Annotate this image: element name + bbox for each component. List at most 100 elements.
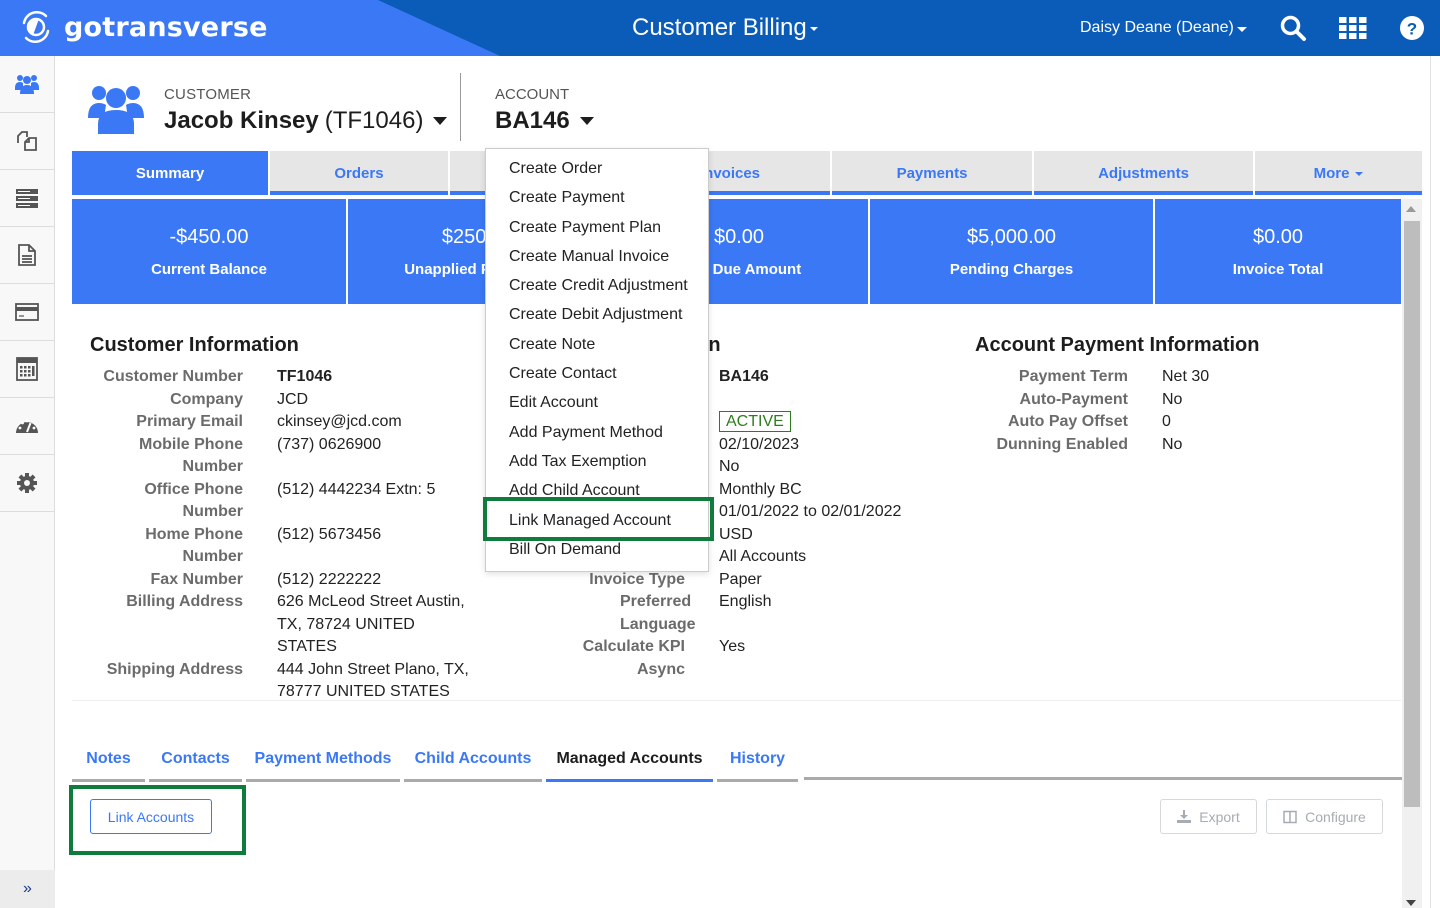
field-value: 0 bbox=[1162, 413, 1171, 430]
field-value: USD bbox=[719, 525, 753, 543]
kpi-current-balance: -$450.00 Current Balance bbox=[72, 199, 348, 304]
field-value: (512) 5673456 bbox=[277, 525, 382, 543]
tab-orders[interactable]: Orders bbox=[270, 151, 450, 195]
calculator-icon bbox=[16, 357, 38, 381]
field-value: 01/01/2022 to 02/01/2022 bbox=[719, 503, 902, 520]
dashboard-gauge-icon bbox=[16, 419, 38, 433]
menu-item-create-note[interactable]: Create Note bbox=[486, 330, 708, 359]
search-icon[interactable] bbox=[1279, 14, 1307, 42]
field-value: Yes bbox=[719, 638, 746, 655]
field-value: English bbox=[719, 593, 772, 610]
account-number: BA146 bbox=[495, 107, 570, 134]
menu-item-create-contact[interactable]: Create Contact bbox=[486, 359, 708, 388]
tab-child-accounts[interactable]: Child Accounts bbox=[404, 738, 542, 782]
sidebar-item-invoices[interactable] bbox=[0, 227, 54, 284]
field-label: Preferred Language bbox=[620, 593, 696, 633]
account-label: ACCOUNT bbox=[495, 86, 570, 103]
kpi-label: Current Balance bbox=[151, 260, 267, 278]
field-label: Payment Term bbox=[1018, 368, 1128, 385]
field-value bbox=[719, 389, 939, 412]
brand-name: gotransverse bbox=[64, 11, 268, 43]
menu-item-create-order[interactable]: Create Order bbox=[486, 154, 708, 183]
customer-info-list: Customer Number TF1046 Company JCD Prima… bbox=[90, 366, 477, 704]
help-icon[interactable]: ? bbox=[1398, 14, 1426, 42]
tab-more[interactable]: More bbox=[1255, 151, 1422, 195]
link-accounts-button[interactable]: Link Accounts bbox=[90, 799, 212, 834]
sidebar-item-accounts-list[interactable] bbox=[0, 170, 54, 227]
gear-icon bbox=[17, 473, 37, 493]
field-label: Dunning Enabled bbox=[996, 435, 1128, 453]
header-divider bbox=[460, 73, 461, 141]
field-value: TF1046 bbox=[277, 368, 333, 385]
sidebar-item-calculator[interactable] bbox=[0, 341, 54, 398]
tab-payment-methods[interactable]: Payment Methods bbox=[246, 738, 400, 782]
menu-item-create-payment-plan[interactable]: Create Payment Plan bbox=[486, 213, 708, 242]
columns-icon bbox=[1283, 810, 1297, 823]
sidebar-item-dashboard[interactable] bbox=[0, 398, 54, 455]
kpi-value: -$450.00 bbox=[169, 225, 249, 248]
tab-label: History bbox=[729, 749, 786, 767]
tab-payments[interactable]: Payments bbox=[832, 151, 1034, 195]
menu-item-bill-on-demand[interactable]: Bill On Demand bbox=[486, 535, 708, 564]
tab-managed-accounts[interactable]: Managed Accounts bbox=[546, 738, 713, 782]
menu-item-edit-account[interactable]: Edit Account bbox=[486, 388, 708, 417]
field-value: No bbox=[1162, 390, 1183, 408]
field-value: BA146 bbox=[719, 368, 769, 385]
customer-name: Jacob Kinsey bbox=[164, 107, 319, 134]
user-menu[interactable]: Daisy Deane (Deane) bbox=[1080, 19, 1247, 37]
field-label: Company bbox=[170, 390, 243, 408]
expand-sidebar-button[interactable]: » bbox=[0, 870, 55, 908]
field-value: 626 McLeod Street Austin, TX, 78724 UNIT… bbox=[277, 593, 465, 655]
field-value: Monthly BC bbox=[719, 480, 802, 498]
user-name: Daisy Deane (Deane) bbox=[1080, 19, 1234, 36]
tab-contacts[interactable]: Contacts bbox=[149, 738, 242, 782]
app-switcher[interactable]: Customer Billing bbox=[632, 14, 818, 42]
field-value: (737) 0626900 bbox=[277, 435, 382, 453]
tab-label: Contacts bbox=[161, 749, 230, 767]
kpi-label: Invoice Total bbox=[1232, 260, 1324, 278]
customer-selector[interactable]: Jacob Kinsey (TF1046) bbox=[164, 107, 448, 135]
field-value: JCD bbox=[277, 390, 309, 408]
kpi-invoice-total: $0.00 Invoice Total bbox=[1155, 199, 1401, 304]
brand-logo[interactable]: gotransverse bbox=[18, 9, 268, 45]
left-sidebar: » bbox=[0, 56, 55, 908]
sidebar-item-payments[interactable] bbox=[0, 284, 54, 341]
tab-history[interactable]: History bbox=[717, 738, 798, 782]
scroll-down-arrow-icon[interactable] bbox=[1406, 900, 1416, 906]
menu-item-link-managed-account[interactable]: Link Managed Account bbox=[486, 506, 708, 535]
menu-item-add-child-account[interactable]: Add Child Account bbox=[486, 476, 708, 505]
sidebar-item-customers[interactable] bbox=[0, 56, 54, 113]
document-icon bbox=[18, 244, 36, 266]
tab-notes[interactable]: Notes bbox=[72, 738, 145, 782]
sidebar-item-orders[interactable] bbox=[0, 113, 54, 170]
customer-label: CUSTOMER bbox=[164, 86, 252, 103]
field-label: Calculate KPI Async bbox=[582, 638, 685, 678]
field-label: Primary Email bbox=[136, 413, 243, 430]
tab-label: Payments bbox=[896, 164, 968, 182]
account-selector[interactable]: BA146 bbox=[495, 107, 594, 135]
tab-label: Managed Accounts bbox=[556, 749, 703, 767]
chevron-down-icon bbox=[809, 27, 818, 31]
tab-summary[interactable]: Summary bbox=[72, 151, 270, 195]
scrollbar-thumb[interactable] bbox=[1404, 221, 1420, 807]
main-tabs: Summary Orders Services Invoices Payment… bbox=[72, 151, 1422, 195]
menu-item-create-credit-adjustment[interactable]: Create Credit Adjustment bbox=[486, 271, 708, 300]
menu-item-add-tax-exemption[interactable]: Add Tax Exemption bbox=[486, 447, 708, 476]
menu-item-create-debit-adjustment[interactable]: Create Debit Adjustment bbox=[486, 300, 708, 329]
tab-label: Notes bbox=[86, 749, 131, 767]
export-button[interactable]: Export bbox=[1160, 799, 1257, 834]
field-value: All Accounts bbox=[719, 548, 807, 565]
field-value: No bbox=[719, 458, 740, 475]
tab-adjustments[interactable]: Adjustments bbox=[1034, 151, 1255, 195]
sidebar-item-settings[interactable] bbox=[0, 455, 54, 512]
kpi-value: $0.00 bbox=[1252, 225, 1304, 248]
scroll-up-arrow-icon[interactable] bbox=[1406, 206, 1416, 212]
menu-item-create-payment[interactable]: Create Payment bbox=[486, 183, 708, 212]
double-chevron-right-icon: » bbox=[23, 880, 32, 897]
menu-item-create-manual-invoice[interactable]: Create Manual Invoice bbox=[486, 242, 708, 271]
apps-grid-icon[interactable] bbox=[1339, 14, 1367, 42]
chevron-down-icon bbox=[579, 117, 594, 125]
menu-item-add-payment-method[interactable]: Add Payment Method bbox=[486, 418, 708, 447]
configure-button[interactable]: Configure bbox=[1266, 799, 1383, 834]
detail-tabs: Notes Contacts Payment Methods Child Acc… bbox=[72, 738, 802, 782]
